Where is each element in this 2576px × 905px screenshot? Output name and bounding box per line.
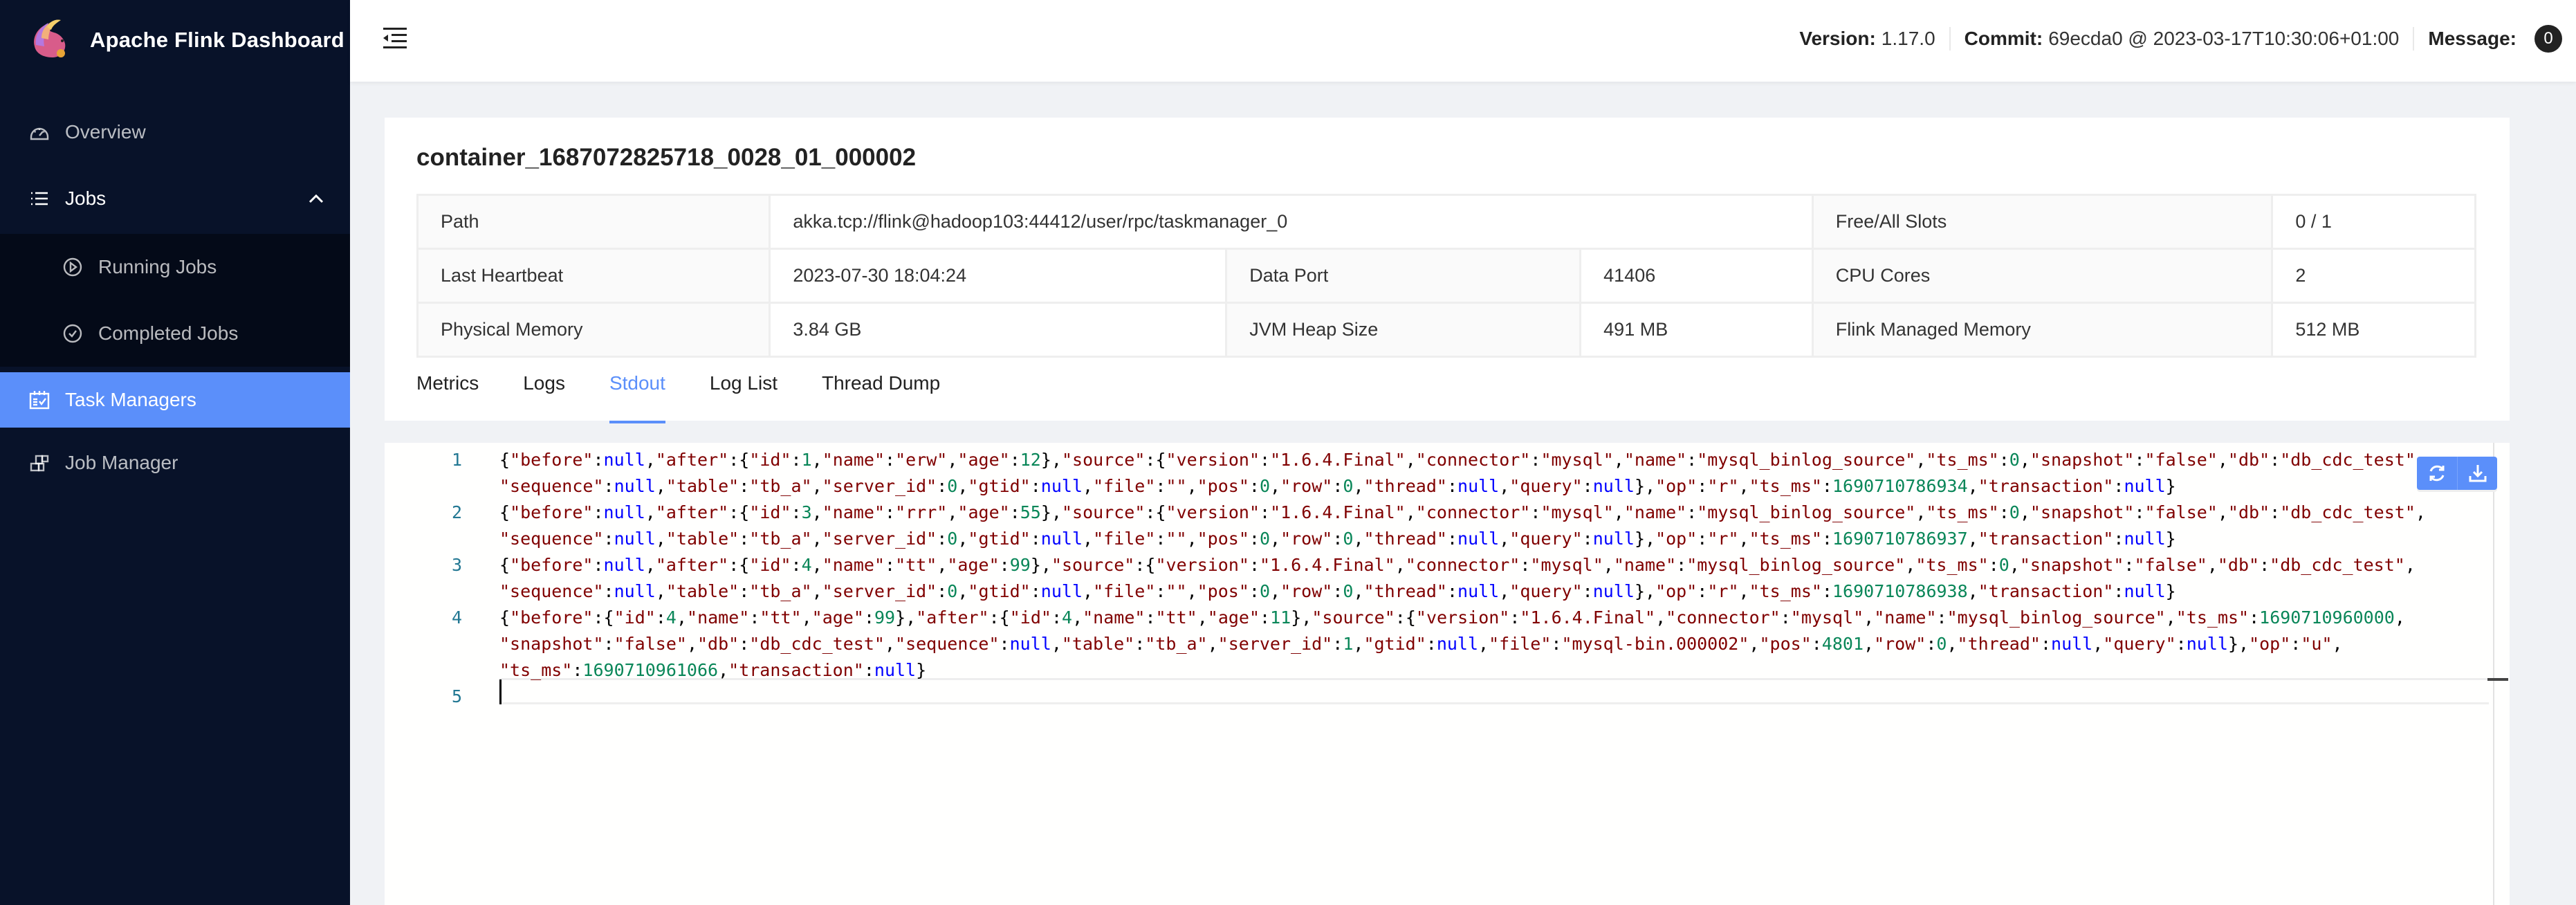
version-label: Version: <box>1799 28 1876 49</box>
taskmanager-descriptions: Path akka.tcp://flink@hadoop103:44412/us… <box>416 194 2476 358</box>
divider <box>2413 27 2415 51</box>
sidebar-item-label: Jobs <box>65 188 107 209</box>
app-title: Apache Flink Dashboard <box>90 28 344 52</box>
line-content: {"before":{"id":4,"name":"tt","age":99},… <box>499 607 2405 628</box>
line-number: 4 <box>451 607 462 628</box>
commit-value: 69ecda0 @ 2023-03-17T10:30:06+01:00 <box>2048 28 2400 49</box>
build-icon <box>29 452 50 473</box>
line-content: {"before":null,"after":{"id":4,"name":"t… <box>499 555 2416 575</box>
jobs-submenu: Running Jobs Completed Jobs <box>0 234 350 367</box>
line-content: {"before":null,"after":{"id":1,"name":"e… <box>499 450 2426 470</box>
line-content: {"before":null,"after":{"id":3,"name":"r… <box>499 502 2426 522</box>
code-line: 4 {"before":{"id":4,"name":"tt","age":99}… <box>385 605 2489 631</box>
line-content: "sequence":null,"table":"tb_a","server_i… <box>499 529 2176 549</box>
desc-row: Physical Memory 3.84 GB JVM Heap Size 49… <box>416 302 2476 358</box>
slots-value: 0 / 1 <box>2271 194 2476 250</box>
managed-memory-label: Flink Managed Memory <box>1811 302 2274 358</box>
line-content: "sequence":null,"table":"tb_a","server_i… <box>499 476 2176 496</box>
flink-logo-icon <box>34 19 66 57</box>
line-number: 3 <box>451 555 462 575</box>
line-content: "snapshot":"false","db":"db_cdc_test","s… <box>499 634 2343 654</box>
slots-label: Free/All Slots <box>1811 194 2274 250</box>
line-content: "sequence":null,"table":"tb_a","server_i… <box>499 581 2176 601</box>
top-header: Version: 1.17.0 Commit: 69ecda0 @ 2023-0… <box>350 0 2576 82</box>
dashboard-icon <box>29 122 50 143</box>
code-line: 2 {"before":null,"after":{"id":3,"name":"… <box>385 500 2489 526</box>
data-port-value: 41406 <box>1579 248 1814 304</box>
download-button[interactable] <box>2457 457 2497 490</box>
tab-log-list[interactable]: Log List <box>710 367 778 421</box>
code-line: 1 {"before":null,"after":{"id":1,"name":"… <box>385 447 2489 473</box>
version-value: 1.17.0 <box>1881 28 1935 49</box>
heartbeat-value: 2023-07-30 18:04:24 <box>769 248 1228 304</box>
chevron-up-icon[interactable] <box>309 194 324 203</box>
sidebar-item-jobs[interactable]: Jobs <box>0 167 350 230</box>
sidebar-item-label: Overview <box>65 121 146 143</box>
schedule-icon <box>29 390 50 410</box>
reload-button[interactable] <box>2417 457 2457 490</box>
overview-ruler-cursor <box>2487 678 2508 681</box>
path-value: akka.tcp://flink@hadoop103:44412/user/rp… <box>769 194 1814 250</box>
code-line-wrap: "ts_ms":1690710961066,"transaction":null… <box>385 657 2489 684</box>
sidebar-item-completed-jobs[interactable]: Completed Jobs <box>0 300 350 367</box>
sidebar-item-label: Task Managers <box>65 389 196 410</box>
check-circle-icon <box>62 323 83 344</box>
sidebar-item-job-manager[interactable]: Job Manager <box>0 432 350 494</box>
line-number: 1 <box>451 450 462 470</box>
physical-memory-value: 3.84 GB <box>769 302 1228 358</box>
message-count-badge[interactable]: 0 <box>2534 25 2562 53</box>
sidebar-item-running-jobs[interactable]: Running Jobs <box>0 234 350 300</box>
path-label: Path <box>416 194 771 250</box>
code-line-wrap: "sequence":null,"table":"tb_a","server_i… <box>385 526 2489 552</box>
taskmanager-tabs: Metrics Logs Stdout Log List Thread Dump <box>416 367 984 423</box>
editor-lines: 1 {"before":null,"after":{"id":1,"name":"… <box>385 447 2489 710</box>
tab-stdout[interactable]: Stdout <box>609 367 665 423</box>
line-number: 2 <box>451 502 462 522</box>
jvm-heap-value: 491 MB <box>1579 302 1814 358</box>
sidebar-menu: Overview Jobs Running Jobs Completed Job… <box>0 101 350 494</box>
message-label: Message: <box>2428 28 2517 49</box>
code-line: 3 {"before":null,"after":{"id":4,"name":"… <box>385 552 2489 578</box>
line-number: 5 <box>451 686 462 706</box>
stdout-actions <box>2417 457 2497 490</box>
download-icon <box>2469 465 2486 482</box>
desc-row: Path akka.tcp://flink@hadoop103:44412/us… <box>416 194 2476 250</box>
cpu-cores-label: CPU Cores <box>1811 248 2274 304</box>
tab-metrics[interactable]: Metrics <box>416 367 479 421</box>
tab-thread-dump[interactable]: Thread Dump <box>822 367 940 421</box>
heartbeat-label: Last Heartbeat <box>416 248 771 304</box>
commit-label: Commit: <box>1964 28 2043 49</box>
code-line-wrap: "snapshot":"false","db":"db_cdc_test","s… <box>385 631 2489 657</box>
data-port-label: Data Port <box>1225 248 1582 304</box>
line-content <box>462 684 499 710</box>
play-circle-icon <box>62 257 83 277</box>
tab-logs[interactable]: Logs <box>523 367 565 421</box>
list-icon <box>29 188 50 209</box>
desc-row: Last Heartbeat 2023-07-30 18:04:24 Data … <box>416 248 2476 304</box>
line-content: "ts_ms":1690710961066,"transaction":null… <box>499 660 927 680</box>
physical-memory-label: Physical Memory <box>416 302 771 358</box>
menu-fold-icon[interactable] <box>383 28 407 48</box>
header-info: Version: 1.17.0 Commit: 69ecda0 @ 2023-0… <box>1799 25 2562 53</box>
vertical-scrollbar[interactable] <box>2493 443 2494 905</box>
sidebar-item-label: Running Jobs <box>98 256 217 277</box>
divider <box>1949 27 1951 51</box>
reload-icon <box>2429 465 2445 482</box>
brand[interactable]: Apache Flink Dashboard <box>0 0 350 80</box>
jvm-heap-label: JVM Heap Size <box>1225 302 1582 358</box>
flink-dashboard: Apache Flink Dashboard Overview Jobs Run… <box>0 0 2576 905</box>
sidebar-item-label: Completed Jobs <box>98 322 239 344</box>
page-title: container_1687072825718_0028_01_000002 <box>416 144 917 171</box>
taskmanager-detail-card: container_1687072825718_0028_01_000002 P… <box>385 118 2510 423</box>
sidebar-item-label: Job Manager <box>65 452 178 473</box>
sidebar-item-task-managers[interactable]: Task Managers <box>0 372 350 428</box>
code-line-wrap: "sequence":null,"table":"tb_a","server_i… <box>385 578 2489 605</box>
managed-memory-value: 512 MB <box>2271 302 2476 358</box>
cpu-cores-value: 2 <box>2271 248 2476 304</box>
code-line: 5 <box>385 684 2489 710</box>
sidebar: Apache Flink Dashboard Overview Jobs Run… <box>0 0 350 905</box>
code-line-wrap: "sequence":null,"table":"tb_a","server_i… <box>385 473 2489 500</box>
sidebar-item-overview[interactable]: Overview <box>0 101 350 163</box>
stdout-editor[interactable]: 1 {"before":null,"after":{"id":1,"name":"… <box>385 443 2510 905</box>
